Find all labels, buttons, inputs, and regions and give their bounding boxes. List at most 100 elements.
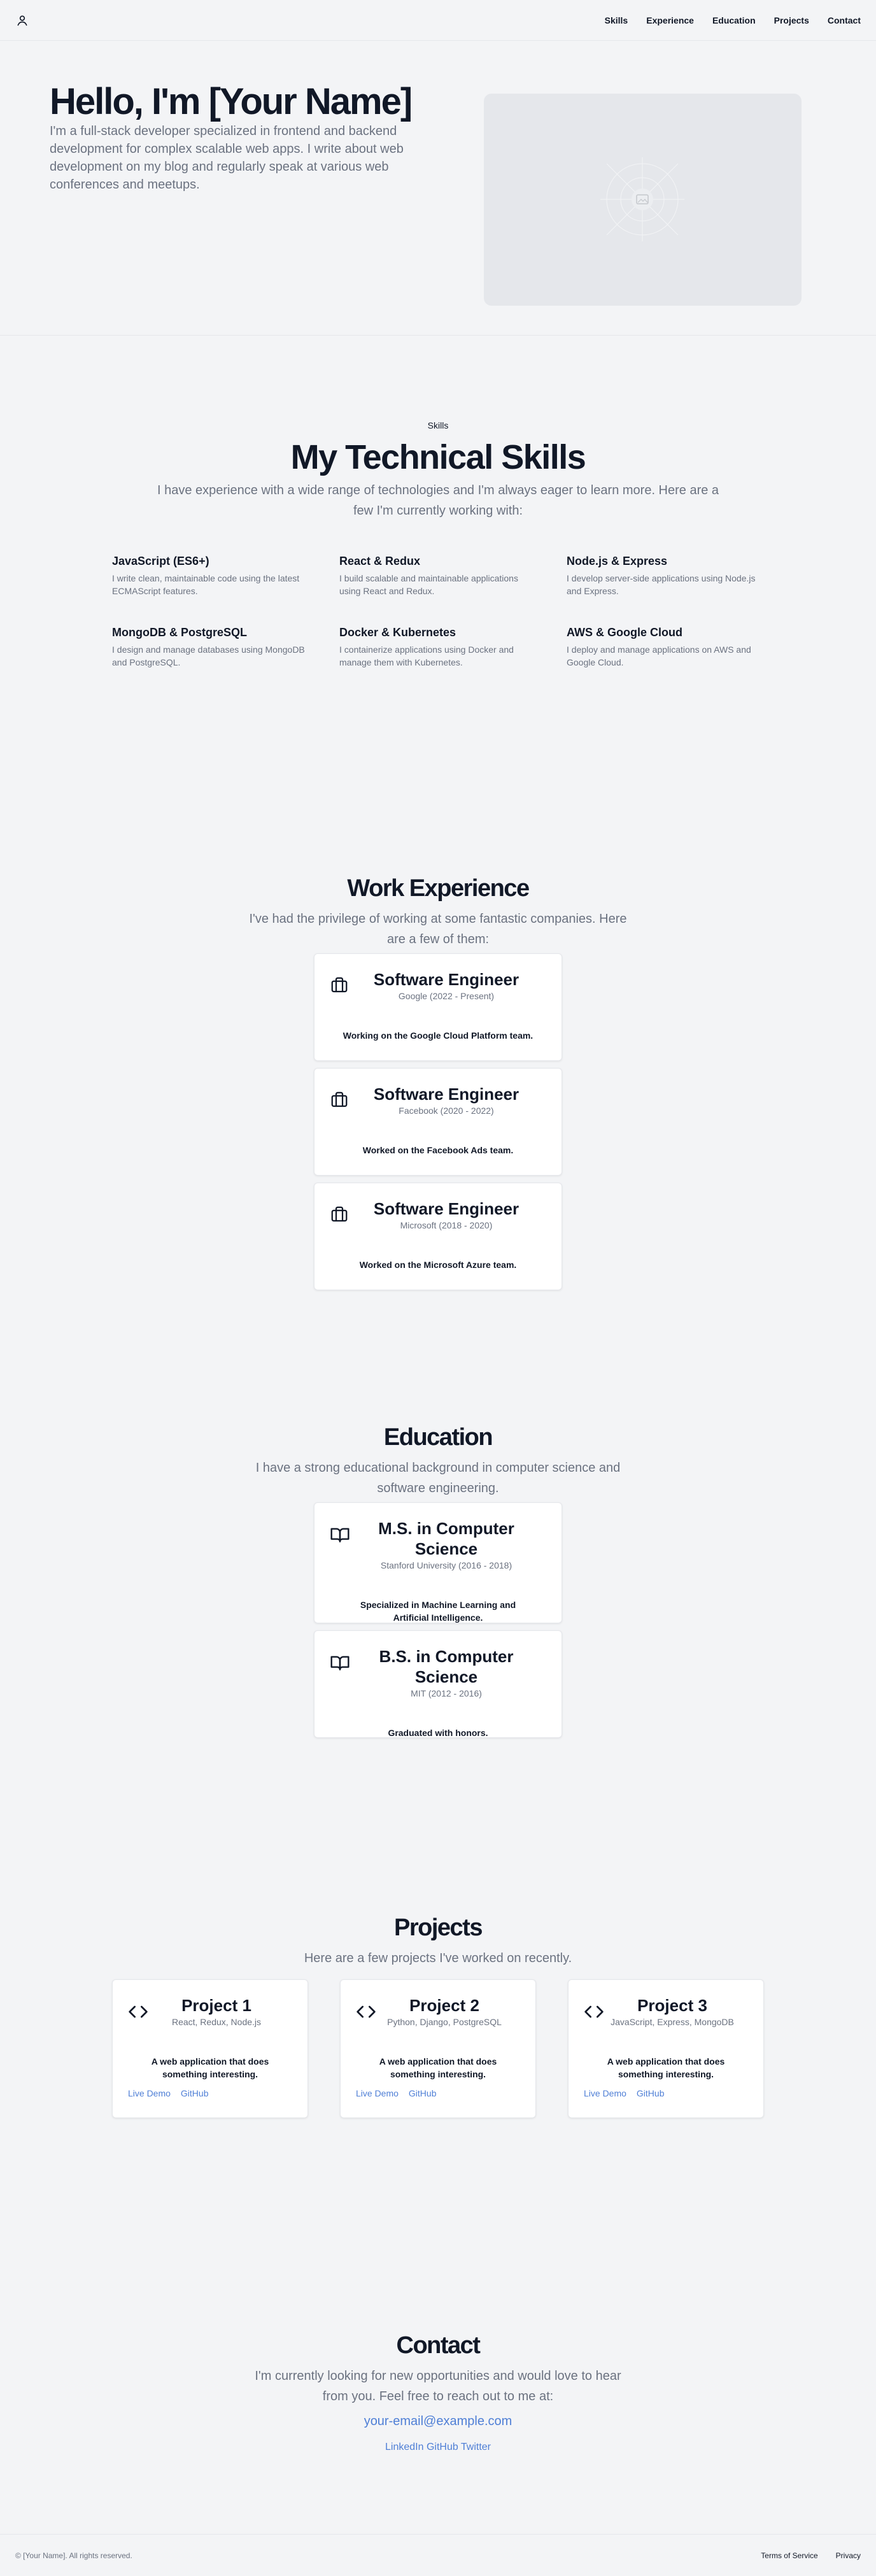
project-links: Live Demo GitHub [356,2088,520,2098]
projects-grid: Project 1 React, Redux, Node.js A web ap… [112,1979,876,2118]
code-icon [128,2002,148,2022]
nav-link-education[interactable]: Education [712,15,756,25]
image-placeholder-icon [600,157,684,241]
nav-link-skills[interactable]: Skills [605,15,628,25]
project-live-demo-link[interactable]: Live Demo [128,2088,171,2098]
hero-text: Hello, I'm [Your Name] I'm a full-stack … [50,82,432,335]
skills-title: My Technical Skills [290,438,586,476]
experience-subtitle: I've had the privilege of working at som… [249,912,627,946]
briefcase-icon [330,976,350,996]
project-github-link[interactable]: GitHub [637,2088,665,2098]
project-github-link[interactable]: GitHub [181,2088,209,2098]
nav-link-projects[interactable]: Projects [774,15,809,25]
linkedin-link[interactable]: LinkedIn [385,2442,424,2452]
experience-desc: Working on the Google Cloud Platform tea… [343,1030,533,1041]
experience-card: Software Engineer Facebook (2020 - 2022)… [314,1068,562,1176]
site-header: Skills Experience Education Projects Con… [0,0,876,41]
contact-email-link[interactable]: your-email@example.com [0,2414,876,2429]
project-desc: A web application that does something in… [607,2056,725,2079]
experience-role: Software Engineer [373,1085,519,1104]
github-link[interactable]: GitHub [427,2442,458,2452]
main-nav: Skills Experience Education Projects Con… [605,15,861,25]
skills-grid: JavaScript (ES6+) I write clean, maintai… [112,553,876,669]
project-name: Project 2 [409,1996,479,2015]
site-footer: © [Your Name]. All rights reserved. Term… [0,2534,876,2576]
hero-subtitle: I'm a full-stack developer specialized i… [50,124,404,192]
briefcase-icon [330,1090,350,1111]
experience-role: Software Engineer [373,1199,519,1218]
footer-links: Terms of Service Privacy [761,2551,861,2560]
skill-name: React & Redux [339,555,421,567]
project-card: Project 1 React, Redux, Node.js A web ap… [112,1979,308,2118]
code-icon [584,2002,604,2022]
experience-card: Software Engineer Microsoft (2018 - 2020… [314,1183,562,1290]
email-link[interactable]: your-email@example.com [364,2414,512,2428]
project-card: Project 3 JavaScript, Express, MongoDB A… [568,1979,764,2118]
skill-item: Docker & Kubernetes I containerize appli… [339,624,536,669]
skill-name: AWS & Google Cloud [567,626,682,639]
skills-subtitle: I have experience with a wide range of t… [157,483,719,518]
book-open-icon [330,1525,350,1545]
experience-meta: Facebook (2020 - 2022) [399,1106,494,1116]
hero-image-placeholder [484,94,802,306]
project-live-demo-link[interactable]: Live Demo [584,2088,626,2098]
hero-section: Hello, I'm [Your Name] I'm a full-stack … [0,41,876,336]
project-card: Project 2 Python, Django, PostgreSQL A w… [340,1979,536,2118]
skill-name: JavaScript (ES6+) [112,555,209,567]
education-card: B.S. in Computer Science MIT (2012 - 201… [314,1630,562,1738]
skill-name: Node.js & Express [567,555,668,567]
privacy-link[interactable]: Privacy [836,2551,861,2560]
project-github-link[interactable]: GitHub [409,2088,437,2098]
terms-link[interactable]: Terms of Service [761,2551,817,2560]
experience-section: Work Experience I've had the privilege o… [0,764,876,1423]
experience-title: Work Experience [347,875,530,902]
project-links: Live Demo GitHub [584,2088,748,2098]
project-desc: A web application that does something in… [151,2056,269,2079]
education-list: M.S. in Computer Science Stanford Univer… [314,1502,562,1738]
skill-item: React & Redux I build scalable and maint… [339,553,536,597]
projects-section: Projects Here are a few projects I've wo… [0,1914,876,2331]
skill-item: AWS & Google Cloud I deploy and manage a… [567,624,763,669]
project-tech: React, Redux, Node.js [171,2017,262,2027]
experience-role: Software Engineer [373,970,519,989]
social-links: LinkedIn GitHub Twitter [0,2442,876,2453]
contact-title: Contact [396,2332,481,2359]
education-meta: MIT (2012 - 2016) [411,1688,482,1698]
skill-name: Docker & Kubernetes [339,626,456,639]
skill-desc: I design and manage databases using Mong… [112,644,305,667]
experience-desc: Worked on the Microsoft Azure team. [359,1260,517,1270]
contact-section: Contact I'm currently looking for new op… [0,2331,876,2534]
briefcase-icon [330,1205,350,1225]
nav-link-contact[interactable]: Contact [828,15,861,25]
education-subtitle: I have a strong educational background i… [255,1461,621,1495]
twitter-link[interactable]: Twitter [461,2442,491,2452]
education-section: Education I have a strong educational ba… [0,1423,876,1914]
skill-desc: I build scalable and maintainable applic… [339,573,518,596]
project-links: Live Demo GitHub [128,2088,292,2098]
projects-subtitle: Here are a few projects I've worked on r… [304,1951,572,1965]
experience-card: Software Engineer Google (2022 - Present… [314,953,562,1061]
education-desc: Specialized in Machine Learning and Arti… [360,1600,516,1623]
skill-desc: I write clean, maintainable code using t… [112,573,300,596]
skill-item: MongoDB & PostgreSQL I design and manage… [112,624,309,669]
education-title: Education [383,1424,493,1451]
code-icon [356,2002,376,2022]
copyright: © [Your Name]. All rights reserved. [15,2551,132,2560]
project-desc: A web application that does something in… [379,2056,497,2079]
contact-subtitle: I'm currently looking for new opportunit… [255,2369,621,2403]
experience-meta: Microsoft (2018 - 2020) [400,1220,493,1230]
skill-name: MongoDB & PostgreSQL [112,626,247,639]
experience-desc: Worked on the Facebook Ads team. [362,1145,514,1155]
education-degree: M.S. in Computer Science [378,1519,514,1558]
skills-eyebrow: Skills [427,420,449,431]
user-icon[interactable] [15,13,29,27]
project-name: Project 1 [181,1996,251,2015]
education-card: M.S. in Computer Science Stanford Univer… [314,1502,562,1623]
skill-desc: I deploy and manage applications on AWS … [567,644,751,667]
education-desc: Graduated with honors. [388,1728,488,1738]
nav-link-experience[interactable]: Experience [646,15,694,25]
project-tech: JavaScript, Express, MongoDB [611,2017,734,2027]
skills-section: Skills My Technical Skills I have experi… [0,336,876,764]
hero-title: Hello, I'm [Your Name] [50,81,413,122]
project-live-demo-link[interactable]: Live Demo [356,2088,399,2098]
